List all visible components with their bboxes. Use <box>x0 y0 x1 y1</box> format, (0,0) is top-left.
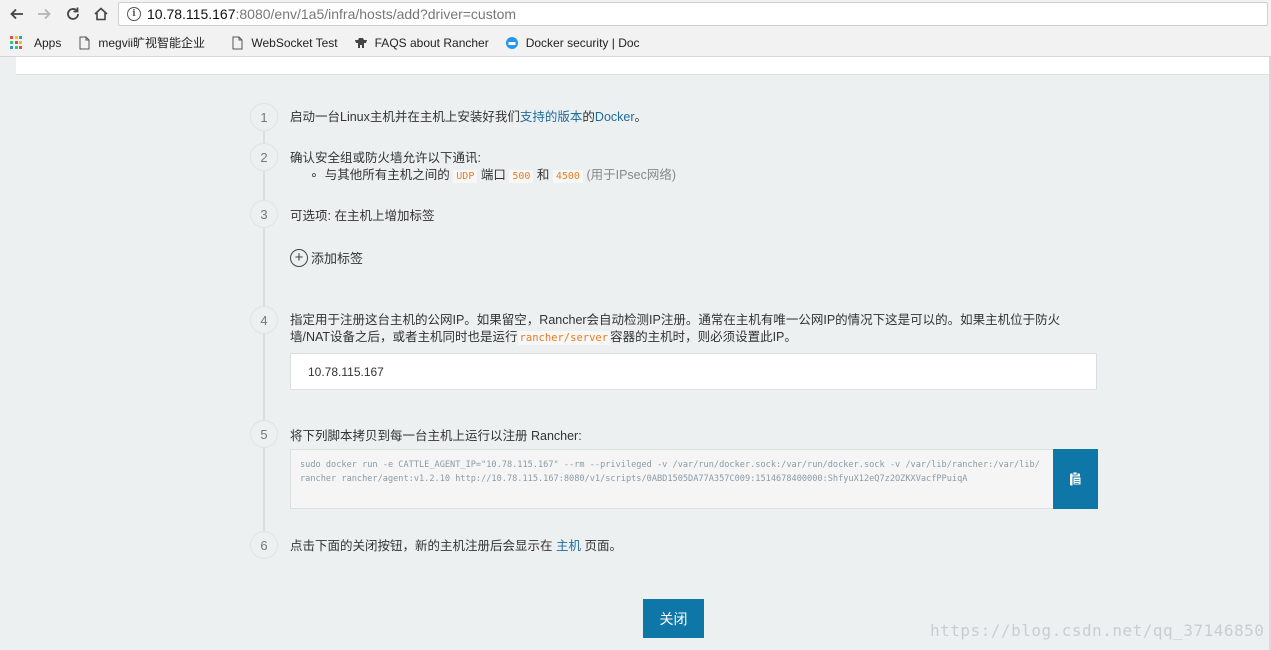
step-4-line2-pre: 墙/NAT设备之后，或者主机同时也是运行 <box>290 330 518 344</box>
step-1-post: 。 <box>634 110 648 124</box>
url-path: :8080/env/1a5/infra/hosts/add?driver=cus… <box>235 6 517 22</box>
step-5-title: 将下列脚本拷贝到每一台主机上运行以注册 Rancher: <box>290 429 582 443</box>
bullet-dot: ∘ <box>310 168 318 182</box>
step-1-pre: 启动一台Linux主机并在主机上安装好我们 <box>290 110 520 124</box>
back-arrow-icon[interactable] <box>6 3 28 25</box>
close-button[interactable]: 关闭 <box>643 599 704 638</box>
copy-button[interactable] <box>1053 449 1098 509</box>
bookmark-label: Apps <box>34 35 62 50</box>
bookmark-label: Docker security | Doc <box>525 35 640 50</box>
and-text: 和 <box>536 168 550 182</box>
info-icon[interactable]: i <box>127 7 141 21</box>
step-number-5: 5 <box>250 420 278 448</box>
bookmark-websocket[interactable]: WebSocket Test <box>230 35 338 50</box>
step-6-pre: 点击下面的关闭按钮，新的主机注册后会显示在 <box>290 539 553 553</box>
bullet-pre: 与其他所有主机之间的 <box>324 168 450 182</box>
step-6-text: 点击下面的关闭按钮，新的主机注册后会显示在 主机 页面。 <box>290 535 622 554</box>
docker-link[interactable]: Docker <box>595 110 635 124</box>
page-icon <box>79 36 90 49</box>
step-2-bullet: ∘ 与其他所有主机之间的 UDP 端口 500 和 4500 (用于IPsec网… <box>310 164 676 183</box>
bookmarks-bar: Apps megvii旷视智能企业 WebSocket Test FAQS ab… <box>0 29 1271 57</box>
udp-code: UDP <box>453 170 478 183</box>
step-number-3: 3 <box>250 200 278 228</box>
add-label-button[interactable]: + 添加标签 <box>290 248 363 267</box>
docker-icon <box>505 36 518 49</box>
hosts-link[interactable]: 主机 <box>556 539 581 553</box>
step-4-line2: 墙/NAT设备之后，或者主机同时也是运行 rancher/server 容器的主机时… <box>290 326 797 345</box>
bookmark-label: WebSocket Test <box>251 35 338 50</box>
step-number-1: 1 <box>250 103 278 131</box>
home-icon[interactable] <box>90 3 112 25</box>
step-4-line2-post: 容器的主机时，则必须设置此IP。 <box>610 330 797 344</box>
bookmark-docker-security[interactable]: Docker security | Doc <box>505 36 645 50</box>
step-number-6: 6 <box>250 531 278 559</box>
apps-grid-icon <box>10 35 24 50</box>
url-host: 10.78.115.167 <box>147 6 236 22</box>
step-1-mid: 的 <box>582 110 595 124</box>
rancher-server-code: rancher/server <box>517 331 611 345</box>
port-500-code: 500 <box>509 170 534 183</box>
step-1-text: 启动一台Linux主机并在主机上安装好我们支持的版本的Docker。 <box>290 106 647 125</box>
port-text: 端口 <box>480 168 506 182</box>
rancher-cow-icon <box>354 37 367 48</box>
bookmark-label: megvii旷视智能企业 <box>98 36 206 50</box>
step-number-4: 4 <box>250 306 278 334</box>
port-4500-code: 4500 <box>552 170 583 183</box>
address-bar[interactable]: i 10.78.115.167:8080/env/1a5/infra/hosts… <box>118 2 1268 26</box>
bookmark-megvii[interactable]: megvii旷视智能企业 <box>77 34 214 51</box>
page-icon <box>232 36 243 49</box>
plus-circle-icon: + <box>290 248 308 267</box>
bookmark-rancher-faq[interactable]: FAQS about Rancher <box>354 36 489 50</box>
browser-toolbar: i 10.78.115.167:8080/env/1a5/infra/hosts… <box>0 0 1271 29</box>
watermark: https://blog.csdn.net/qq_37146850 <box>930 621 1265 640</box>
clipboard-icon <box>1069 471 1081 486</box>
bookmark-apps[interactable]: Apps <box>10 35 62 50</box>
ipsec-note: (用于IPsec网络) <box>586 168 677 182</box>
forward-arrow-icon[interactable] <box>33 3 55 25</box>
supported-versions-link[interactable]: 支持的版本 <box>520 110 583 124</box>
public-ip-input[interactable] <box>290 353 1097 390</box>
step-3-title: 可选项: 在主机上增加标签 <box>290 209 435 223</box>
step-6-post: 页面。 <box>584 539 623 553</box>
add-label-text: 添加标签 <box>311 251 364 266</box>
registration-command[interactable]: sudo docker run -e CATTLE_AGENT_IP="10.7… <box>290 449 1054 509</box>
step-number-2: 2 <box>250 143 278 171</box>
reload-icon[interactable] <box>62 3 84 25</box>
page-header-strip <box>16 57 1271 75</box>
bookmark-label: FAQS about Rancher <box>374 35 489 50</box>
